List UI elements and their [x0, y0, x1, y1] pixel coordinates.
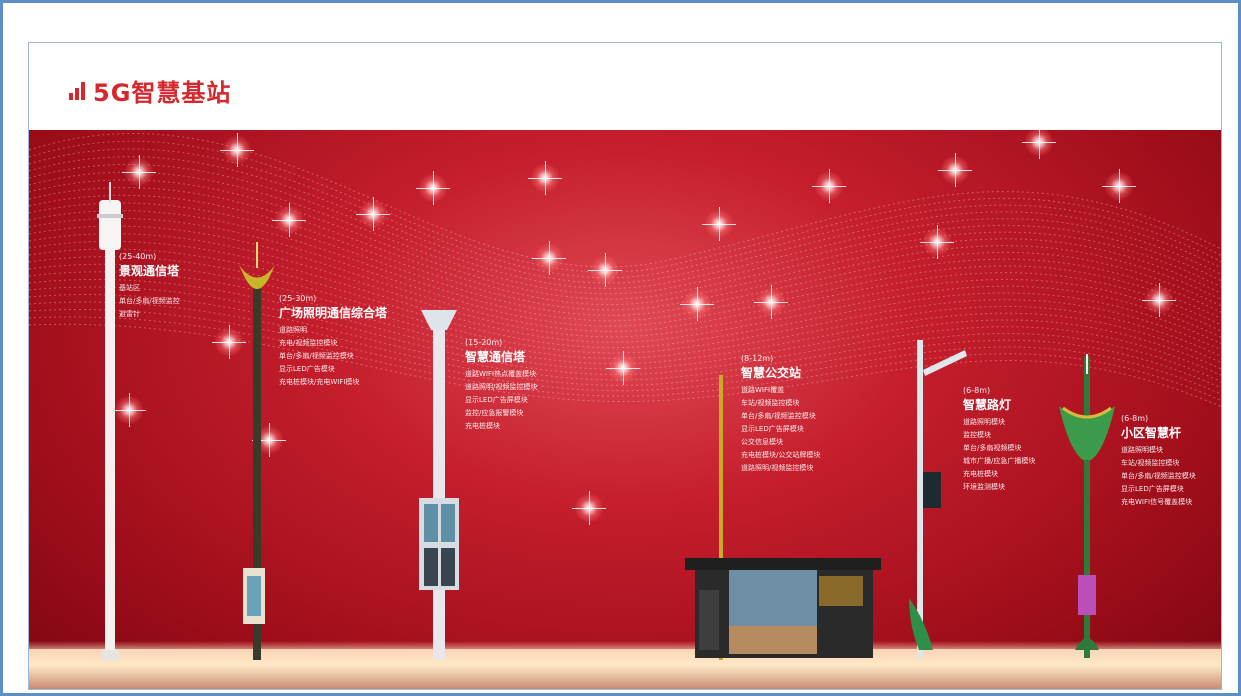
tower-feature: 显示LED广告模块: [279, 365, 335, 373]
hero-banner: (25-40m) 景观通信塔 基站区 单台/多扇/视频监控 避雷针 (25-30…: [28, 130, 1222, 690]
tower-feature: 充电/视频监控模块: [279, 339, 338, 347]
tower-label-community-pole: (6-8m) 小区智慧杆 道路照明模块 车站/视频监控模块 单台/多扇/视频监控…: [1121, 412, 1196, 509]
tower-feature: 单台/多扇/视频监控模块: [1121, 472, 1196, 480]
tower-label-smart-comm: (15-20m) 智慧通信塔 道路WIFI热点覆盖模块 道路照明/视频监控模块 …: [465, 336, 537, 433]
tower-feature: 道路照明模块: [1121, 446, 1163, 454]
community-smart-pole-image: [1059, 354, 1115, 658]
tower-feature: 充电桩模块/充电WIFI模块: [279, 378, 360, 386]
tower-height: (25-30m): [279, 294, 317, 303]
tower-height: (8-12m): [741, 354, 774, 363]
tower-height: (6-8m): [1121, 414, 1149, 423]
tower-name: 智慧公交站: [741, 366, 802, 380]
tower-height: (15-20m): [465, 338, 503, 347]
tower-feature: 道路照明模块: [963, 418, 1005, 426]
smart-comm-tower-image: [419, 310, 459, 660]
tower-label-street-light: (6-8m) 智慧路灯 道路照明模块 监控模块 单台/多扇视频模块 城市广播/应…: [963, 384, 1035, 494]
page-title: 5G智慧基站: [93, 79, 232, 107]
tower-name: 智慧路灯: [963, 398, 1012, 412]
tower-feature: 充电桩模块: [465, 422, 500, 430]
tower-feature: 单台/多扇/视频监控模块: [279, 352, 354, 360]
tower-feature: 公交信息模块: [741, 438, 783, 446]
tower-feature: 充电桩模块: [963, 470, 998, 478]
tower-feature: 车站/视频监控模块: [741, 399, 800, 407]
tower-name: 广场照明通信综合塔: [279, 306, 388, 320]
tower-feature: 道路WIFI覆盖: [741, 386, 785, 394]
tower-feature: 道路照明/视频监控模块: [741, 464, 814, 472]
tower-label-square-lighting: (25-30m) 广场照明通信综合塔 道路照明 充电/视频监控模块 单台/多扇/…: [279, 292, 387, 389]
tower-illustrations: [97, 182, 1115, 660]
tower-feature: 道路照明: [279, 326, 307, 334]
tower-feature: 显示LED广告屏模块: [1121, 485, 1184, 493]
tower-feature: 车站/视频监控模块: [1121, 459, 1180, 467]
tower-feature: 充电WIFI信号覆盖模块: [1121, 498, 1193, 506]
tower-feature: 环境监测模块: [963, 483, 1005, 491]
tower-feature: 城市广播/应急广播模块: [963, 457, 1036, 465]
tower-feature: 监控/应急报警模块: [465, 409, 524, 417]
tower-label-landscape: (25-40m) 景观通信塔 基站区 单台/多扇/视频监控 避雷针: [119, 250, 180, 321]
tower-feature: 道路照明/视频监控模块: [465, 383, 538, 391]
tower-feature: 道路WIFI热点覆盖模块: [465, 370, 537, 378]
tower-feature: 监控模块: [963, 431, 991, 439]
tower-feature: 充电桩模块/公交站牌模块: [741, 451, 821, 459]
tower-height: (25-40m): [119, 252, 157, 261]
tower-feature: 单台/多扇/视频监控模块: [741, 412, 816, 420]
tower-feature: 显示LED广告屏模块: [741, 425, 804, 433]
header: 5G智慧基站: [28, 42, 1222, 130]
tower-name: 小区智慧杆: [1121, 426, 1182, 440]
smart-street-light-image: [909, 340, 967, 658]
title-group: 5G智慧基站: [69, 73, 231, 108]
tower-label-bus-stop: (8-12m) 智慧公交站 道路WIFI覆盖 车站/视频监控模块 单台/多扇/视…: [741, 352, 820, 475]
tower-name: 景观通信塔: [119, 264, 180, 278]
tower-feature: 单台/多扇视频模块: [963, 444, 1022, 452]
tower-name: 智慧通信塔: [465, 350, 526, 364]
tower-feature: 基站区: [119, 284, 140, 292]
signal-bars-icon: [69, 81, 85, 100]
square-lighting-tower-image: [239, 242, 275, 660]
tower-feature: 单台/多扇/视频监控: [119, 297, 180, 305]
tower-height: (6-8m): [963, 386, 991, 395]
tower-feature: 显示LED广告屏模块: [465, 396, 528, 404]
tower-feature: 避雷针: [119, 310, 140, 318]
